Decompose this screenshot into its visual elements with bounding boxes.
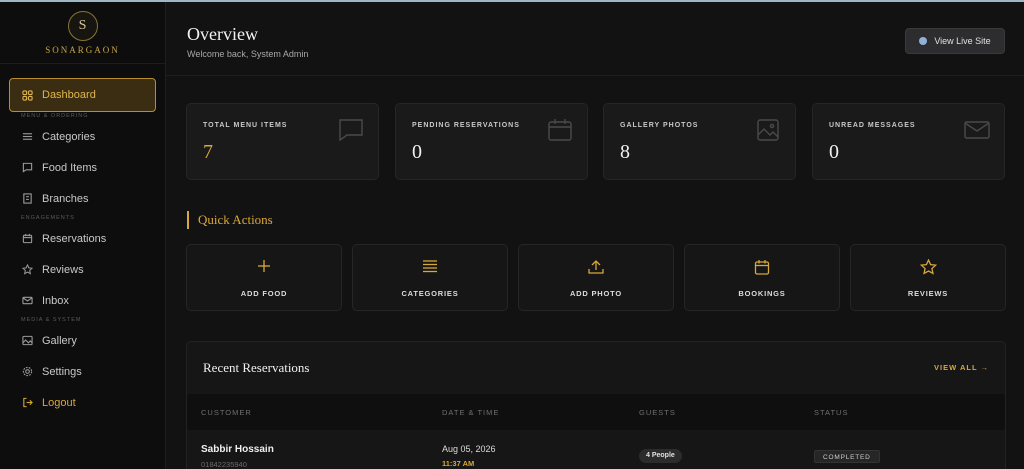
star-icon	[851, 259, 1005, 277]
sidebar-item-label: Inbox	[42, 294, 69, 307]
sidebar-item-label: Reservations	[42, 232, 107, 245]
guests-badge: 4 People	[639, 449, 682, 463]
nav-section-menu: MENU & ORDERING	[21, 113, 89, 119]
calendar-icon	[685, 259, 839, 277]
stat-label: TOTAL MENU ITEMS	[203, 122, 288, 129]
sidebar-item-gallery[interactable]: Gallery	[0, 325, 165, 356]
page-title: Overview	[187, 24, 258, 44]
nav-section-engagements: ENGAGEMENTS	[21, 215, 75, 221]
quick-action-label: ADD PHOTO	[569, 289, 623, 298]
view-live-site-label: View Live Site	[934, 36, 991, 46]
chat-icon	[338, 118, 364, 142]
sidebar-item-label: Gallery	[42, 334, 77, 347]
stat-card-unread-messages: UNREAD MESSAGES 0	[812, 103, 1005, 180]
chat-icon	[21, 162, 33, 174]
quick-action-reviews[interactable]: REVIEWS	[850, 244, 1006, 311]
quick-action-bookings[interactable]: BOOKINGS	[684, 244, 840, 311]
reservation-time: 11:37 AM	[442, 459, 475, 468]
sidebar-item-label: Categories	[42, 130, 96, 143]
quick-action-label: BOOKINGS	[738, 289, 786, 298]
mail-icon	[964, 118, 990, 142]
stat-value: 7	[203, 141, 213, 163]
grid-icon	[21, 89, 33, 101]
sidebar-item-label: Reviews	[42, 263, 84, 276]
stat-label: GALLERY PHOTOS	[620, 122, 699, 129]
sidebar-item-categories[interactable]: Categories	[0, 121, 165, 152]
brand: S SONARGAON	[0, 2, 165, 64]
recent-reservations-panel: Recent Reservations VIEW ALL → CUSTOMER …	[186, 341, 1006, 469]
gear-icon	[21, 366, 33, 378]
sidebar-item-dashboard[interactable]: Dashboard	[9, 78, 156, 112]
list-icon	[21, 131, 33, 143]
reservation-date: Aug 05, 2026	[442, 444, 496, 454]
view-all-link[interactable]: VIEW ALL →	[934, 363, 989, 372]
sidebar-item-label: Food Items	[42, 161, 98, 174]
upload-icon	[519, 259, 673, 277]
sidebar-nav: Dashboard MENU & ORDERING Categories Foo…	[0, 64, 165, 418]
sidebar-item-label: Dashboard	[42, 89, 96, 101]
stat-card-menu-items: TOTAL MENU ITEMS 7	[186, 103, 379, 180]
quick-action-add-photo[interactable]: ADD PHOTO	[518, 244, 674, 311]
column-header-date-time: DATE & TIME	[442, 408, 500, 417]
sidebar-item-settings[interactable]: Settings	[0, 356, 165, 387]
quick-action-categories[interactable]: CATEGORIES	[352, 244, 508, 311]
stat-card-pending-reservations: PENDING RESERVATIONS 0	[395, 103, 588, 180]
column-header-guests: GUESTS	[639, 408, 676, 417]
customer-phone: 01842235940	[201, 460, 247, 469]
page-subtitle: Welcome back, System Admin	[187, 49, 309, 59]
mail-icon	[21, 295, 33, 307]
brand-logo[interactable]: S	[67, 11, 98, 41]
calendar-icon	[547, 118, 573, 142]
stat-value: 0	[412, 141, 422, 163]
quick-action-add-food[interactable]: ADD FOOD	[186, 244, 342, 311]
recent-reservations-title: Recent Reservations	[203, 360, 310, 375]
sidebar-item-reviews[interactable]: Reviews	[0, 254, 165, 285]
sidebar-item-food-items[interactable]: Food Items	[0, 152, 165, 183]
sidebar-item-label: Settings	[42, 365, 82, 378]
stat-card-gallery-photos: GALLERY PHOTOS 8	[603, 103, 796, 180]
page-header: Overview Welcome back, System Admin View…	[166, 2, 1024, 76]
calendar-icon	[21, 233, 33, 245]
column-header-customer: CUSTOMER	[201, 408, 252, 417]
sidebar-item-logout[interactable]: Logout	[0, 387, 165, 418]
quick-action-label: ADD FOOD	[240, 289, 288, 298]
quick-action-label: REVIEWS	[907, 289, 949, 298]
sidebar-item-reservations[interactable]: Reservations	[0, 223, 165, 254]
logout-icon	[21, 397, 33, 409]
globe-icon	[919, 37, 928, 45]
main-content: Overview Welcome back, System Admin View…	[166, 2, 1024, 469]
sidebar: S SONARGAON Dashboard MENU & ORDERING Ca…	[0, 2, 166, 469]
nav-section-media: MEDIA & SYSTEM	[21, 317, 82, 323]
status-badge: COMPLETED	[814, 450, 880, 463]
sidebar-item-branches[interactable]: Branches	[0, 183, 165, 214]
list-icon	[353, 259, 507, 277]
view-live-site-button[interactable]: View Live Site	[905, 28, 1005, 54]
stat-value: 8	[620, 141, 630, 163]
stats-row: TOTAL MENU ITEMS 7 PENDING RESERVATIONS …	[186, 103, 1006, 180]
quick-actions-title: Quick Actions	[187, 211, 273, 229]
table-header: CUSTOMER DATE & TIME GUESTS STATUS	[187, 394, 1005, 430]
quick-action-label: CATEGORIES	[401, 289, 459, 298]
building-icon	[21, 193, 33, 205]
table-row[interactable]: Sabbir Hossain 01842235940 Aug 05, 2026 …	[187, 430, 1005, 469]
sidebar-item-inbox[interactable]: Inbox	[0, 285, 165, 316]
sidebar-item-label: Logout	[42, 396, 76, 409]
stat-value: 0	[829, 141, 839, 163]
customer-name: Sabbir Hossain	[201, 444, 274, 455]
stat-label: PENDING RESERVATIONS	[412, 122, 520, 129]
plus-icon	[187, 259, 341, 277]
image-icon	[21, 335, 33, 347]
star-icon	[21, 264, 33, 276]
brand-name: SONARGAON	[45, 45, 120, 55]
image-icon	[755, 118, 781, 142]
sidebar-item-label: Branches	[42, 192, 89, 205]
column-header-status: STATUS	[814, 408, 849, 417]
stat-label: UNREAD MESSAGES	[829, 122, 916, 129]
